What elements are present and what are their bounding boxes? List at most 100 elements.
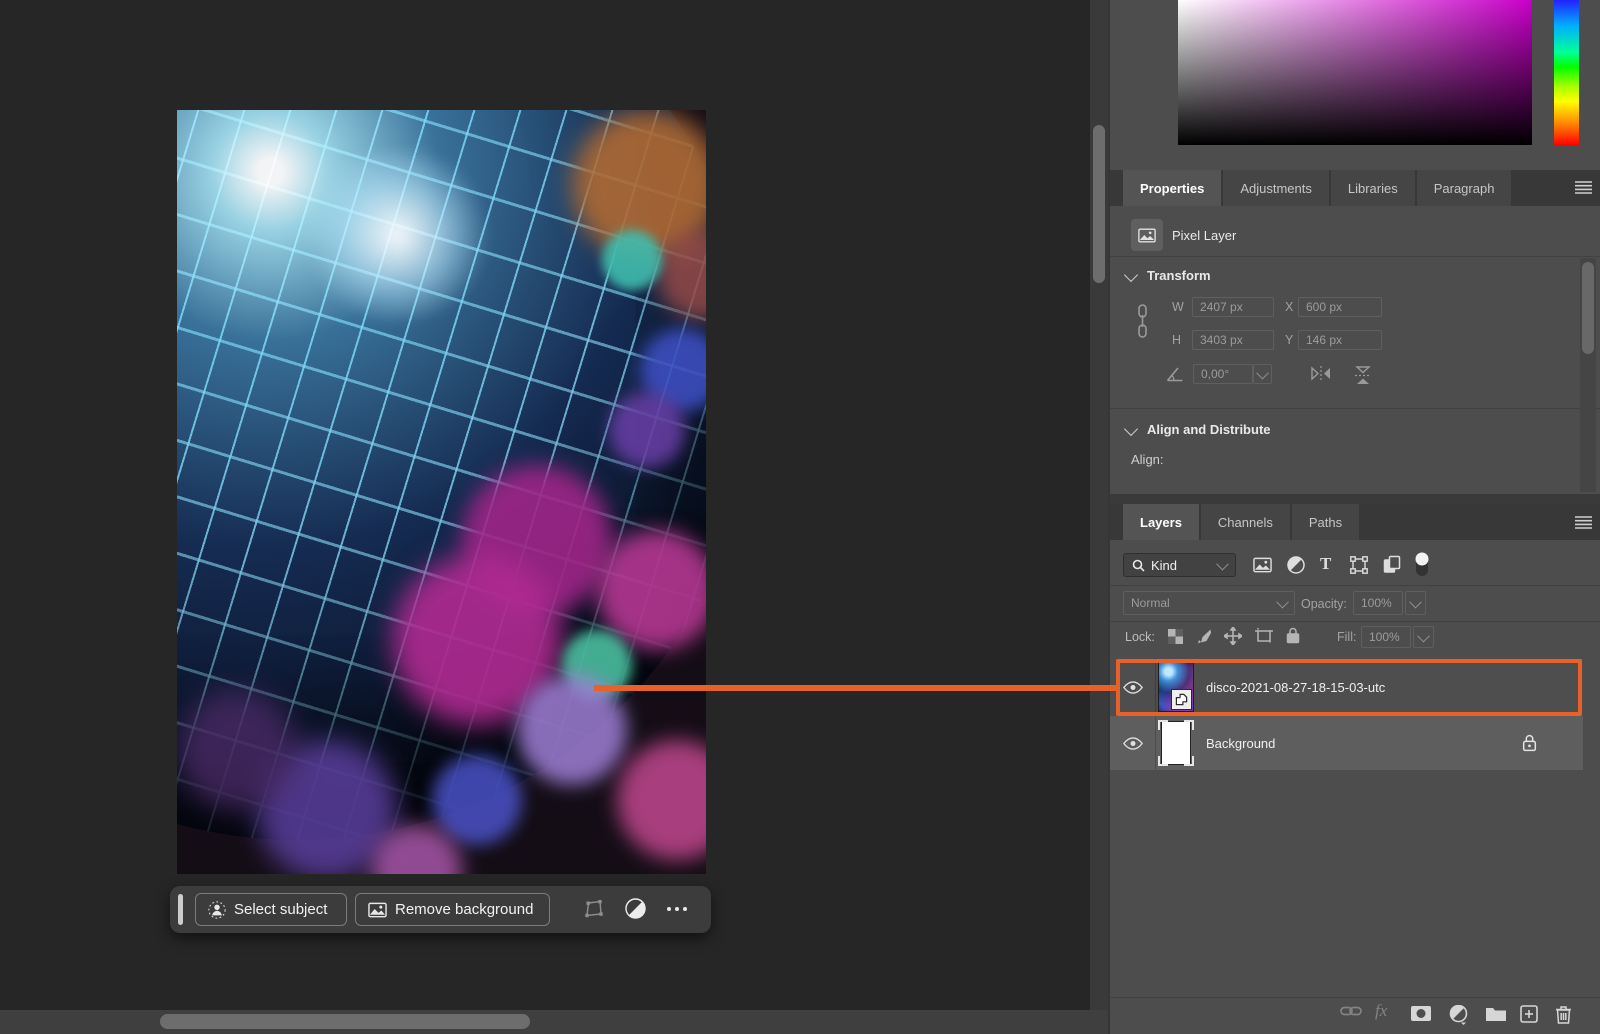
tab-channels[interactable]: Channels (1201, 504, 1290, 540)
right-panel: Properties Adjustments Libraries Paragra… (1108, 0, 1600, 1034)
new-layer-icon[interactable] (1520, 1005, 1538, 1023)
layers-panel-body: Kind T (1110, 540, 1600, 997)
layer-effects-icon[interactable]: fx (1375, 1001, 1387, 1021)
tab-libraries[interactable]: Libraries (1331, 170, 1415, 206)
transform-distort-icon[interactable] (583, 898, 605, 920)
filter-type-layers-icon[interactable]: T (1320, 554, 1331, 574)
fill-label: Fill: (1337, 630, 1356, 644)
bokeh-circle (432, 755, 522, 845)
rotation-input[interactable]: 0,00° (1193, 364, 1253, 384)
search-icon (1132, 559, 1145, 572)
footer-divider (1110, 997, 1600, 998)
bokeh-circle (177, 690, 297, 810)
flip-horizontal-icon[interactable] (1311, 366, 1331, 381)
light-flare (297, 150, 497, 320)
lock-position-icon[interactable] (1224, 627, 1242, 645)
lock-all-icon[interactable] (1286, 627, 1300, 644)
rotation-dropdown[interactable] (1253, 364, 1272, 384)
filter-shape-layers-icon[interactable] (1350, 556, 1368, 574)
canvas-vertical-scrollbar[interactable] (1093, 125, 1105, 283)
select-subject-button[interactable]: Select subject (195, 893, 347, 926)
x-label: X (1285, 300, 1293, 314)
x-input[interactable]: 600 px (1298, 297, 1382, 317)
bokeh-circle (602, 230, 662, 290)
tab-properties[interactable]: Properties (1123, 170, 1221, 206)
delete-layer-icon[interactable] (1555, 1005, 1572, 1024)
lock-image-pixels-icon[interactable] (1196, 628, 1212, 644)
layer-name[interactable]: Background (1206, 736, 1275, 751)
layer-row-background[interactable]: Background (1110, 716, 1583, 770)
tab-adjustments[interactable]: Adjustments (1223, 170, 1329, 206)
filter-adjustment-layers-icon[interactable] (1287, 556, 1305, 574)
opacity-dropdown[interactable] (1405, 591, 1426, 615)
rotation-angle-icon (1166, 366, 1184, 382)
tab-paths[interactable]: Paths (1292, 504, 1359, 540)
fill-dropdown[interactable] (1413, 626, 1434, 648)
color-picker-hue-slider[interactable] (1554, 0, 1579, 145)
opacity-label: Opacity: (1301, 597, 1347, 611)
layers-tab-bar: Layers Channels Paths (1110, 504, 1600, 540)
select-subject-label: Select subject (234, 901, 327, 918)
kind-filter-label: Kind (1151, 558, 1177, 573)
blend-mode-dropdown[interactable]: Normal (1123, 591, 1295, 615)
remove-background-icon (368, 902, 387, 918)
taskbar-drag-handle[interactable] (178, 894, 183, 925)
panel-gap (1110, 494, 1600, 504)
y-label: Y (1285, 333, 1293, 347)
layer-type-label: Pixel Layer (1172, 219, 1236, 251)
contextual-task-bar: Select subject Remove background (170, 886, 711, 933)
annotation-connector-line (594, 685, 1120, 691)
remove-background-button[interactable]: Remove background (355, 893, 550, 926)
lock-transparent-pixels-icon[interactable] (1168, 629, 1183, 644)
layers-menu-icon[interactable] (1575, 516, 1592, 529)
layer-thumbnail-background[interactable] (1158, 718, 1194, 768)
layer-visibility-toggle[interactable] (1110, 716, 1156, 770)
height-input[interactable]: 3403 px (1192, 330, 1274, 350)
more-options-button[interactable] (667, 907, 687, 911)
lock-label: Lock: (1125, 630, 1155, 644)
canvas-image-disco-ball[interactable] (177, 110, 706, 874)
filter-smart-objects-icon[interactable] (1383, 555, 1401, 573)
properties-tab-bar: Properties Adjustments Libraries Paragra… (1110, 170, 1600, 206)
photoshop-workspace: Select subject Remove background (0, 0, 1600, 1034)
transform-section-title: Transform (1147, 268, 1211, 283)
add-adjustment-layer-icon[interactable] (1449, 1005, 1468, 1025)
link-dimensions-icon[interactable] (1136, 303, 1149, 339)
align-section-title: Align and Distribute (1147, 422, 1271, 437)
bokeh-circle (597, 530, 706, 650)
layer-lock-icon (1522, 734, 1537, 752)
w-label: W (1172, 300, 1184, 314)
lock-artboard-icon[interactable] (1255, 628, 1273, 644)
align-collapse-icon[interactable] (1124, 422, 1138, 436)
select-subject-icon (208, 901, 226, 919)
filter-pixel-layers-icon[interactable] (1253, 557, 1272, 573)
color-picker-saturation-field[interactable] (1178, 0, 1532, 145)
add-layer-mask-icon[interactable] (1410, 1005, 1432, 1022)
pixel-layer-icon (1131, 219, 1163, 251)
bokeh-circle (617, 740, 706, 860)
flip-vertical-icon[interactable] (1355, 366, 1371, 385)
align-label: Align: (1131, 452, 1164, 467)
tab-paragraph[interactable]: Paragraph (1417, 170, 1512, 206)
bokeh-circle (609, 392, 685, 468)
annotation-highlight-box (1116, 659, 1582, 716)
new-group-icon[interactable] (1485, 1005, 1507, 1022)
chevron-down-icon (1216, 557, 1229, 570)
kind-filter-dropdown[interactable]: Kind (1123, 553, 1236, 577)
properties-panel-body: Pixel Layer Transform W 2407 px X 600 px… (1110, 206, 1600, 494)
adjustments-preset-icon[interactable] (625, 898, 646, 919)
properties-menu-icon[interactable] (1575, 181, 1592, 194)
canvas-horizontal-scrollbar[interactable] (160, 1014, 530, 1029)
opacity-input[interactable]: 100% (1353, 591, 1403, 615)
bokeh-circle (517, 675, 627, 785)
properties-scrollbar[interactable] (1582, 262, 1594, 354)
y-input[interactable]: 146 px (1298, 330, 1382, 350)
filter-toggle-switch[interactable] (1415, 552, 1429, 577)
link-layers-icon[interactable] (1340, 1005, 1362, 1017)
tab-layers[interactable]: Layers (1123, 504, 1199, 540)
width-input[interactable]: 2407 px (1192, 297, 1274, 317)
fill-input[interactable]: 100% (1361, 626, 1411, 648)
h-label: H (1172, 333, 1181, 347)
remove-background-label: Remove background (395, 901, 533, 918)
transform-collapse-icon[interactable] (1124, 268, 1138, 282)
